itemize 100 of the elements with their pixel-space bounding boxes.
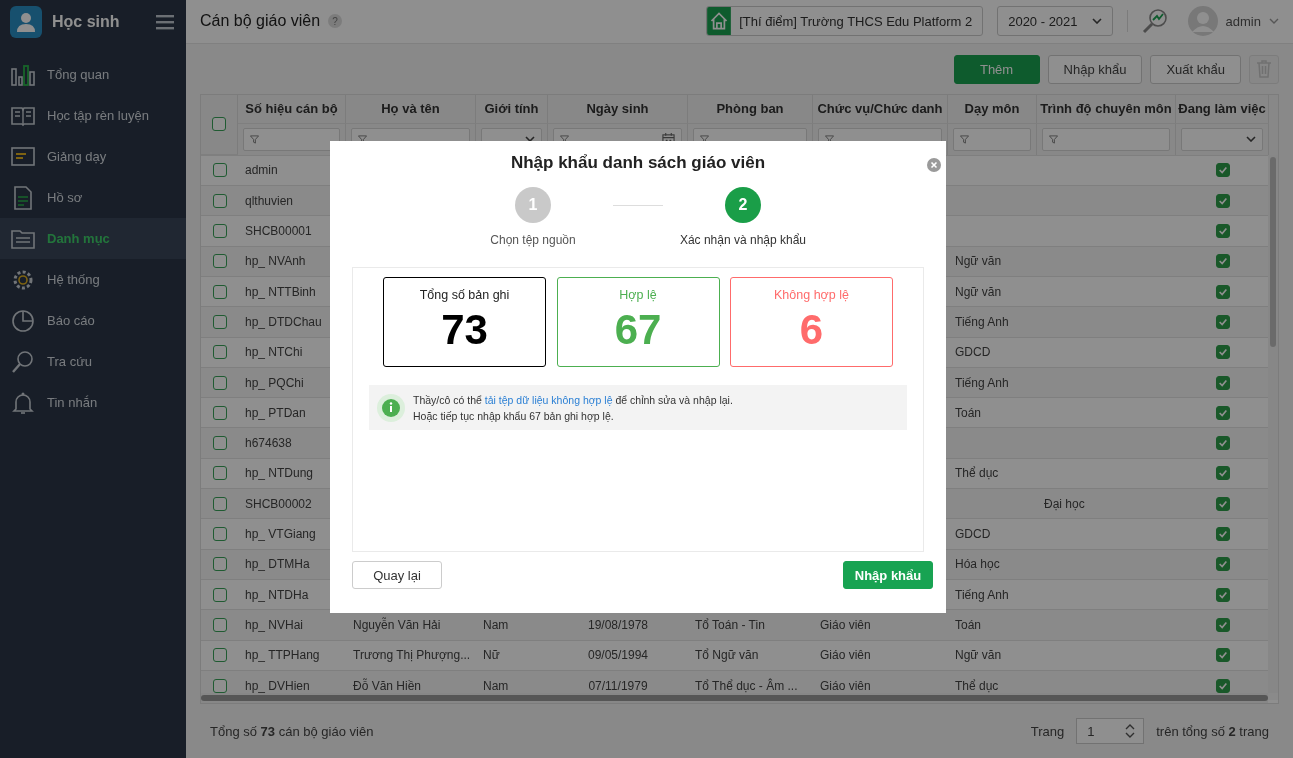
sidebar-item[interactable]: Tin nhắn <box>0 382 186 423</box>
user-name[interactable]: admin <box>1225 13 1261 29</box>
check-icon <box>1217 377 1228 388</box>
menu-icon[interactable] <box>156 14 174 30</box>
working-checkbox[interactable] <box>1215 617 1230 632</box>
caret-icon <box>525 136 535 143</box>
row-checkbox[interactable] <box>212 314 227 329</box>
import-button[interactable]: Nhập khẩu <box>843 561 933 589</box>
column-header[interactable]: Chức vụ/Chức danh <box>813 94 948 124</box>
filter-field[interactable] <box>953 127 1031 151</box>
sidebar-item[interactable]: Học tập rèn luyện <box>0 95 186 136</box>
home-icon <box>707 7 732 36</box>
working-checkbox[interactable] <box>1215 587 1230 602</box>
working-checkbox[interactable] <box>1215 527 1230 541</box>
check-icon <box>1217 316 1228 327</box>
magnifier-chart-icon[interactable] <box>1141 8 1168 35</box>
sidebar-item[interactable]: Giảng dạy <box>0 136 186 177</box>
row-checkbox[interactable] <box>212 527 227 541</box>
row-checkbox[interactable] <box>212 466 227 481</box>
working-checkbox[interactable] <box>1215 163 1230 178</box>
page-title: Cán bộ giáo viên <box>200 12 321 31</box>
export-button[interactable]: Xuất khẩu <box>1150 54 1241 84</box>
working-checkbox[interactable] <box>1215 436 1230 451</box>
sidebar-item[interactable]: Hồ sơ <box>0 177 186 218</box>
table-cell: SHCB00001 <box>245 224 312 239</box>
column-header[interactable]: Ngày sinh <box>548 94 688 124</box>
working-checkbox[interactable] <box>1215 678 1230 693</box>
column-header[interactable]: Đang làm việc <box>1176 94 1269 124</box>
import-button[interactable]: Nhập khẩu <box>1047 54 1143 84</box>
column-header[interactable]: Giới tính <box>476 94 548 124</box>
row-checkbox[interactable] <box>212 496 227 511</box>
table-cell: Thể dục <box>955 678 999 693</box>
row-checkbox[interactable] <box>212 345 227 360</box>
working-checkbox[interactable] <box>1215 375 1230 390</box>
year-select[interactable]: 2020 - 2021 <box>997 6 1113 37</box>
horizontal-scrollbar[interactable] <box>201 693 1268 704</box>
working-checkbox[interactable] <box>1215 345 1230 360</box>
school-selector[interactable]: [Thí điểm] Trường THCS Edu Platform 2 <box>706 6 984 37</box>
check-icon <box>1217 589 1228 600</box>
working-checkbox[interactable] <box>1215 193 1230 208</box>
card-label: Hợp lệ <box>619 288 657 302</box>
sidebar-item[interactable]: Tra cứu <box>0 341 186 382</box>
download-link[interactable]: tải tệp dữ liệu không hợp lệ <box>484 393 613 406</box>
table-cell: Toán <box>955 405 982 420</box>
working-checkbox[interactable] <box>1215 466 1230 481</box>
row-checkbox[interactable] <box>212 224 227 239</box>
row-checkbox[interactable] <box>212 163 227 178</box>
working-checkbox[interactable] <box>1215 284 1230 299</box>
table-cell: Trương Thị Phượng... <box>353 648 471 663</box>
sidebar-item[interactable]: Danh mục <box>0 218 186 259</box>
working-checkbox[interactable] <box>1215 496 1230 511</box>
filter-field[interactable] <box>243 127 340 151</box>
working-checkbox[interactable] <box>1215 254 1230 269</box>
sidebar-item[interactable]: Tổng quan <box>0 54 186 95</box>
working-checkbox[interactable] <box>1215 648 1230 663</box>
row-checkbox[interactable] <box>212 193 227 208</box>
row-checkbox[interactable] <box>212 648 227 663</box>
row-checkbox[interactable] <box>212 375 227 390</box>
working-checkbox[interactable] <box>1215 557 1230 572</box>
row-checkbox[interactable] <box>212 284 227 299</box>
close-icon[interactable] <box>927 158 941 172</box>
table-cell: hp_ DTDChau <box>245 314 322 329</box>
select-all-checkbox[interactable] <box>212 117 226 132</box>
page-total: trên tổng số 2 trang <box>1156 723 1269 739</box>
check-icon <box>1217 619 1228 630</box>
check-icon <box>1217 529 1228 539</box>
column-header[interactable]: Phòng ban <box>688 94 813 124</box>
page-field[interactable]: 1 <box>1076 718 1145 745</box>
check-icon <box>1217 286 1228 297</box>
row-checkbox[interactable] <box>212 405 227 420</box>
check-icon <box>1217 650 1228 661</box>
back-button[interactable]: Quay lại <box>352 561 442 589</box>
help-icon[interactable]: ? <box>328 14 343 29</box>
row-checkbox[interactable] <box>212 557 227 572</box>
sidebar-item[interactable]: Báo cáo <box>0 300 186 341</box>
table-cell: Tổ Toán - Tin <box>695 617 765 632</box>
working-checkbox[interactable] <box>1215 314 1230 329</box>
filter-icon <box>700 134 709 144</box>
step-label: Chọn tệp nguồn <box>490 233 576 247</box>
column-header[interactable]: Dạy môn <box>948 94 1037 124</box>
column-header[interactable]: Họ và tên <box>346 94 476 124</box>
row-checkbox[interactable] <box>212 617 227 632</box>
row-checkbox[interactable] <box>212 678 227 693</box>
column-header[interactable]: Trình độ chuyên môn <box>1037 94 1176 124</box>
card-label: Không hợp lệ <box>774 288 849 302</box>
table-cell: Tiếng Anh <box>955 314 1009 329</box>
sidebar-item[interactable]: Hệ thống <box>0 259 186 300</box>
filter-field[interactable] <box>1042 127 1170 151</box>
row-checkbox[interactable] <box>212 254 227 269</box>
working-checkbox[interactable] <box>1215 224 1230 239</box>
total-count: Tổng số 73 cán bộ giáo viên <box>210 723 374 739</box>
table-cell: admin <box>245 163 278 178</box>
row-checkbox[interactable] <box>212 587 227 602</box>
add-button[interactable]: Thêm <box>953 54 1040 84</box>
working-checkbox[interactable] <box>1215 405 1230 420</box>
column-header[interactable]: Số hiệu cán bộ <box>238 94 346 124</box>
row-checkbox[interactable] <box>212 436 227 451</box>
caret-icon[interactable] <box>1269 18 1279 25</box>
filter-icon <box>825 134 834 144</box>
table-cell: qlthuvien <box>245 193 294 208</box>
